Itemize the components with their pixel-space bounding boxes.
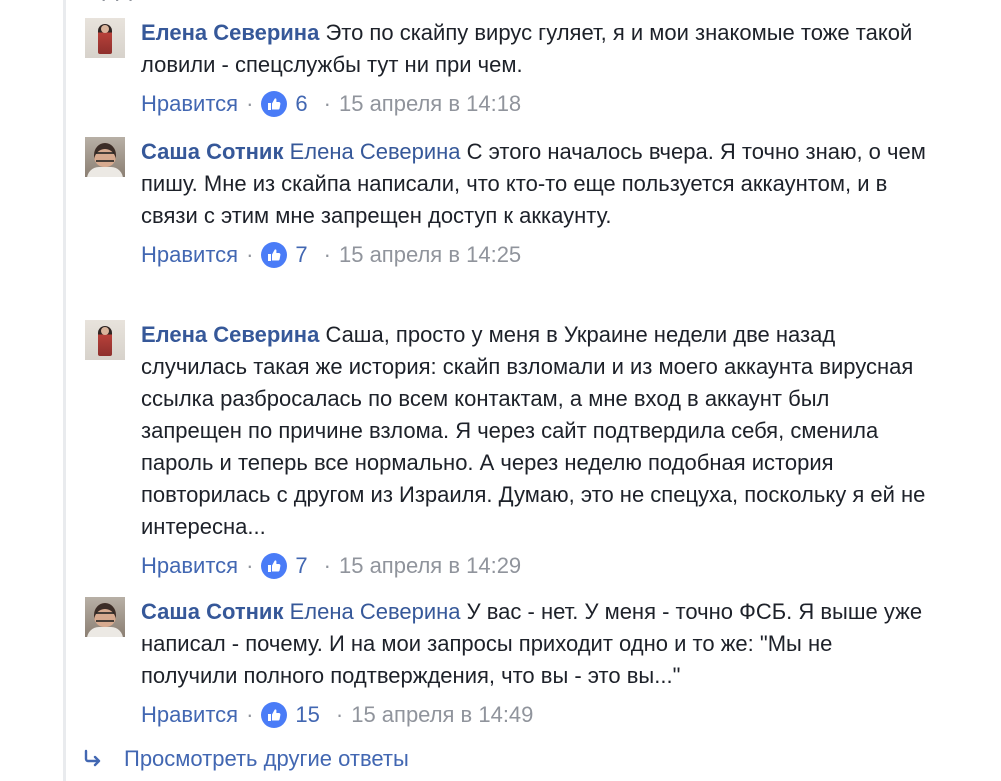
- thumbs-up-icon: [261, 91, 288, 117]
- like-link[interactable]: Нравится: [141, 242, 238, 268]
- reaction-summary[interactable]: 7: [261, 553, 308, 579]
- comment-meta: Нравится · 7 · 15 апреля в 14:29: [141, 550, 985, 582]
- comment-author[interactable]: Елена Северина: [141, 322, 319, 347]
- like-count: 7: [295, 242, 308, 267]
- comment-mention[interactable]: Елена Северина: [290, 599, 461, 624]
- thumbs-up-icon: [261, 702, 288, 728]
- comment-timestamp[interactable]: 15 апреля в 14:18: [339, 91, 521, 117]
- comment-author[interactable]: Елена Северина: [141, 20, 319, 45]
- like-count: 15: [295, 702, 320, 727]
- comment-body: Елена Северина Саша, просто у меня в Укр…: [141, 319, 931, 543]
- comment-author[interactable]: Саша Сотник: [141, 139, 283, 164]
- comment-body: Елена Северина Это по скайпу вирус гуляе…: [141, 17, 931, 81]
- meta-separator: ·: [246, 702, 254, 727]
- avatar-glasses: [96, 612, 114, 622]
- avatar-glasses: [96, 152, 114, 162]
- like-link[interactable]: Нравится: [141, 702, 238, 728]
- reaction-summary[interactable]: 6: [261, 91, 308, 117]
- comment-item: Елена Северина Это по скайпу вирус гуляе…: [85, 18, 985, 120]
- meta-separator: ·: [246, 553, 254, 578]
- comment-text: Саша, просто у меня в Украине недели две…: [141, 322, 926, 539]
- like-link[interactable]: Нравится: [141, 553, 238, 579]
- view-more-replies-label: Просмотреть другие ответы: [124, 746, 409, 771]
- reply-arrow-icon: [82, 747, 106, 771]
- avatar[interactable]: [85, 18, 125, 58]
- avatar-face: [101, 327, 109, 335]
- avatar-shirt: [87, 627, 123, 637]
- thread-line: [63, 0, 66, 781]
- meta-separator: ·: [246, 242, 254, 267]
- avatar-shirt: [87, 167, 123, 177]
- comment-timestamp[interactable]: 15 апреля в 14:29: [339, 553, 521, 579]
- comment-timestamp[interactable]: 15 апреля в 14:25: [339, 242, 521, 268]
- avatar-face: [101, 25, 109, 33]
- meta-separator: ·: [246, 91, 254, 116]
- meta-separator: ·: [335, 702, 344, 727]
- like-count: 7: [295, 553, 308, 578]
- avatar[interactable]: [85, 320, 125, 360]
- thumbs-up-icon: [261, 242, 288, 268]
- comment-meta: Нравится · 15 · 15 апреля в 14:49: [141, 699, 985, 731]
- comment-author[interactable]: Саша Сотник: [141, 599, 283, 624]
- avatar[interactable]: [85, 137, 125, 177]
- comment-item: Елена Северина Саша, просто у меня в Укр…: [85, 320, 985, 582]
- view-more-replies-link[interactable]: Просмотреть другие ответы: [82, 745, 409, 773]
- comment-item: Саша Сотник Елена Северина У вас - нет. …: [85, 597, 985, 731]
- reaction-summary[interactable]: 15: [261, 702, 320, 728]
- comment-mention[interactable]: Елена Северина: [290, 139, 461, 164]
- meta-separator: ·: [323, 242, 331, 267]
- meta-separator: ·: [323, 553, 331, 578]
- comment-body: Саша Сотник Елена Северина У вас - нет. …: [141, 596, 931, 692]
- comment-meta: Нравится · 6 · 15 апреля в 14:18: [141, 88, 985, 120]
- comment-item: Саша Сотник Елена Северина С этого начал…: [85, 137, 985, 271]
- like-link[interactable]: Нравится: [141, 91, 238, 117]
- reaction-summary[interactable]: 7: [261, 242, 308, 268]
- comment-timestamp[interactable]: 15 апреля в 14:49: [351, 702, 533, 728]
- comment-body: Саша Сотник Елена Северина С этого начал…: [141, 136, 931, 232]
- like-count: 6: [295, 91, 308, 116]
- meta-separator: ·: [323, 91, 331, 116]
- comment-meta: Нравится · 7 · 15 апреля в 14:25: [141, 239, 985, 271]
- avatar[interactable]: [85, 597, 125, 637]
- top-cutoff-fragment: · · ·: [100, 0, 134, 12]
- thumbs-up-icon: [261, 553, 288, 579]
